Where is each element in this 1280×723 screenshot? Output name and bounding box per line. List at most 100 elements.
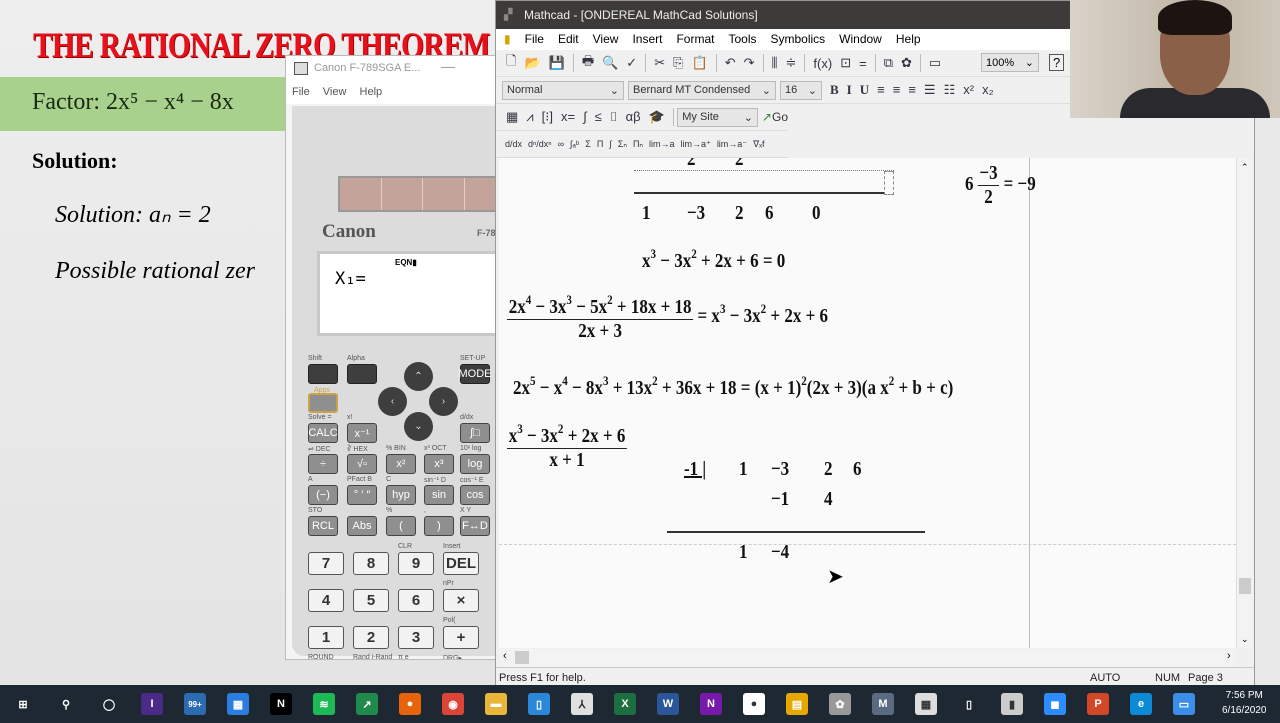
menu-window[interactable]: Window [839,32,882,50]
horizontal-scrollbar[interactable]: ‹ › [499,649,1236,666]
word-icon[interactable]: W [657,693,679,715]
vertical-scrollbar[interactable]: ⌃ ⌄ [1236,158,1252,648]
calculus-operator-icon[interactable]: Σ [585,139,591,149]
menu-help[interactable]: Help [896,32,921,50]
powerpoint-icon[interactable]: P [1087,693,1109,715]
calculator-titlebar[interactable]: Canon F-789SGA E... [286,56,496,82]
chrome-icon[interactable]: ◉ [442,693,464,715]
function-key[interactable]: sin [424,485,454,505]
calendar-icon[interactable]: ▦ [227,693,249,715]
calculus-operator-icon[interactable]: Πₙ [633,139,643,150]
taskbar-clock[interactable]: 7:56 PM 6/16/2020 [1222,688,1267,718]
copy-icon[interactable]: ⎘ [673,55,683,71]
go-button[interactable]: ↗Go [762,110,788,124]
number-key[interactable]: 5 [353,589,389,612]
minimize-button[interactable]: — [441,58,455,74]
resource-select[interactable]: My Site ⌄ [677,107,758,127]
function-key[interactable]: CALC [308,423,338,443]
function-key[interactable]: x³ [424,454,454,474]
boolean-icon[interactable]: ≤ [595,109,602,125]
calculus-operator-icon[interactable]: lim→a [649,139,675,149]
cut-icon[interactable]: ✂ [654,55,665,71]
app-yellow-icon[interactable]: ▤ [786,693,808,715]
print-preview-icon[interactable]: 🔍 [602,55,618,71]
italic-icon[interactable]: I [847,82,852,98]
align-left-icon[interactable]: ≡ [877,82,885,98]
apps-key[interactable] [308,393,338,413]
left-arrow-key[interactable]: ‹ [378,387,407,416]
calculus-operator-icon[interactable]: ∇ₓf [753,139,764,150]
menu-view[interactable]: View [593,32,619,50]
menu-file[interactable]: File [525,32,544,50]
app-green-icon[interactable]: ● [743,693,765,715]
function-key[interactable]: x² [386,454,416,474]
spotify-icon[interactable]: ≋ [313,693,335,715]
menu-view[interactable]: View [323,86,347,98]
numbering-icon[interactable]: ☷ [944,82,956,98]
calculus-operator-icon[interactable]: d/dx [505,139,522,149]
function-key[interactable]: Abs [347,516,377,536]
evaluation-icon[interactable]: x= [561,109,575,125]
cortana-icon[interactable]: ◯ [98,693,120,715]
menu-file[interactable]: File [292,86,310,98]
calculator-icon[interactable]: ▦ [915,693,937,715]
open-icon[interactable]: 📂 [524,55,540,71]
graph-icon[interactable]: ⩘ [526,109,533,125]
calculus-operator-icon[interactable]: ∞ [558,139,564,149]
number-key[interactable]: × [443,589,479,612]
style-select[interactable]: Normal ⌄ [502,80,624,100]
bold-icon[interactable]: B [830,82,839,98]
function-key[interactable]: ° ′ ″ [347,485,377,505]
acrobat-icon[interactable]: ⅄ [571,693,593,715]
menu-tools[interactable]: Tools [728,32,756,50]
app-blue-icon[interactable]: ▯ [528,693,550,715]
function-key[interactable]: F↔D [460,516,490,536]
number-key[interactable]: 9 [398,552,434,575]
menu-help[interactable]: Help [360,86,383,98]
align-center-icon[interactable]: ≡ [893,82,901,98]
app-window-icon[interactable]: ▭ [1173,693,1195,715]
subscript-icon[interactable]: x₂ [982,82,994,98]
menu-format[interactable]: Format [676,32,714,50]
component-icon[interactable]: ⧉ [884,55,893,71]
spellcheck-icon[interactable]: ✓ [626,55,637,71]
new-icon[interactable]: 🗋 [506,52,516,74]
calculus-icon[interactable]: ∫ [583,109,587,125]
align-across-icon[interactable]: ⫼ [772,55,778,71]
matrix-icon[interactable]: [⁝] [542,109,553,125]
paste-icon[interactable]: 📋 [692,55,708,71]
windows-start-icon[interactable]: ⊞ [12,693,34,715]
phone-icon[interactable]: ▯ [958,693,980,715]
menu-symbolics[interactable]: Symbolics [770,32,825,50]
edge-icon[interactable]: e [1130,693,1152,715]
calculate-icon[interactable]: = [859,56,867,71]
calculus-operator-icon[interactable]: Π [597,139,604,149]
resource-icon[interactable]: ✿ [901,55,912,71]
up-arrow-key[interactable]: ⌃ [404,362,433,391]
scroll-down-icon[interactable]: ⌄ [1241,634,1249,645]
number-key[interactable]: 7 [308,552,344,575]
app-i-icon[interactable]: I [141,693,163,715]
mail-icon[interactable]: 99+ [184,693,206,715]
firefox-icon[interactable]: ● [399,693,421,715]
excel-icon[interactable]: X [614,693,636,715]
mathcad-icon[interactable]: M [872,693,894,715]
redo-icon[interactable]: ↷ [744,55,755,71]
scroll-left-icon[interactable]: ‹ [503,650,507,662]
font-select[interactable]: Bernard MT Condensed ⌄ [628,80,776,100]
bullets-icon[interactable]: ☰ [924,82,936,98]
function-key[interactable]: ÷ [308,454,338,474]
mode-key[interactable]: MODE [459,364,492,384]
calculus-operator-icon[interactable]: Σₙ [618,139,627,150]
calculus-operator-icon[interactable]: lim→a⁺ [681,139,711,150]
programming-icon[interactable]: ⌷ [610,109,618,125]
align-down-icon[interactable]: ≑ [786,55,797,71]
search-icon[interactable]: ⚲ [55,693,77,715]
scroll-thumb[interactable] [1239,578,1251,594]
onenote-icon[interactable]: N [700,693,722,715]
function-key[interactable]: ) [424,516,454,536]
function-key[interactable]: cos [460,485,490,505]
function-key[interactable]: hyp [386,485,416,505]
number-key[interactable]: 8 [353,552,389,575]
function-key[interactable]: ∫□ [460,423,490,443]
